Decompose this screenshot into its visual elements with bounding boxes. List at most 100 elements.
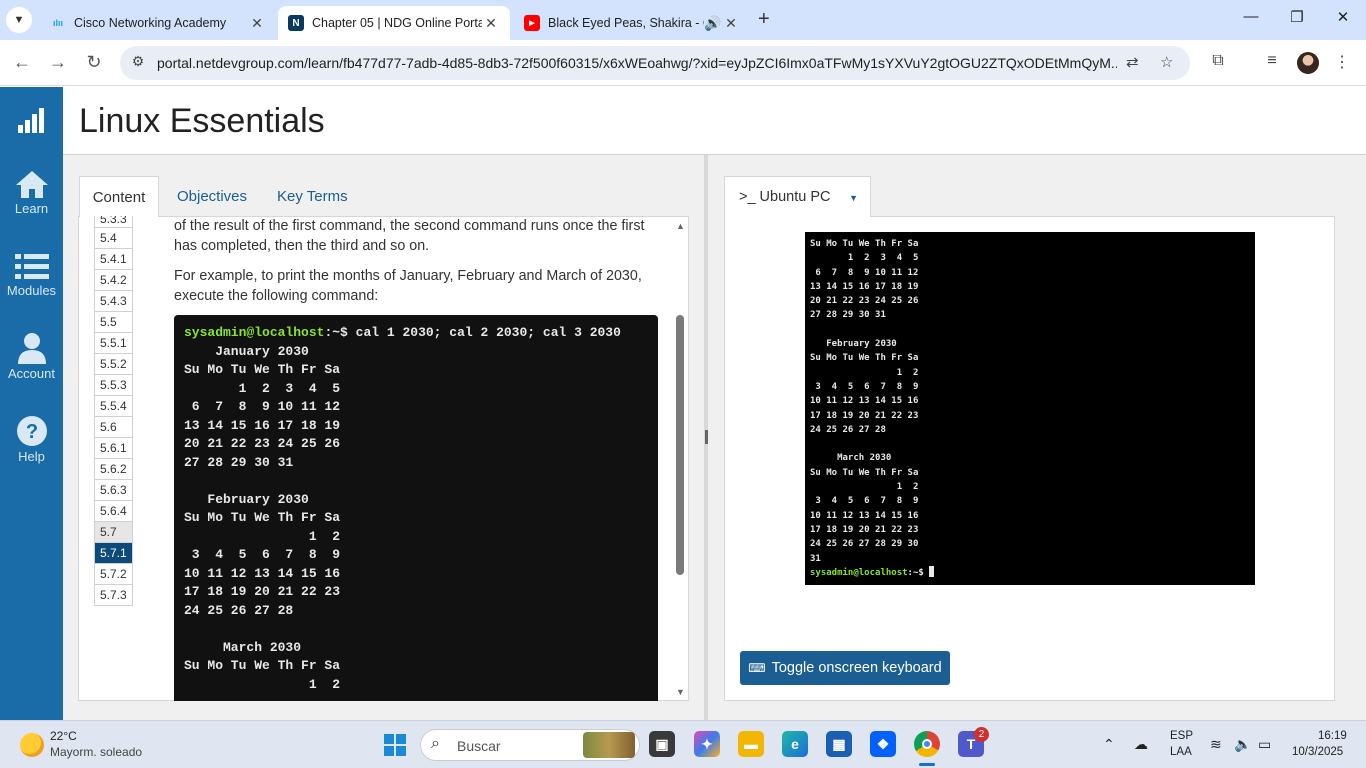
- ndg-logo-icon: N: [288, 15, 304, 31]
- address-bar[interactable]: ⚙ portal.netdevgroup.com/learn/fb477d77-…: [120, 46, 1190, 80]
- toc-item[interactable]: 5.4: [94, 228, 133, 249]
- search-highlight-image: [583, 732, 635, 758]
- toc-item[interactable]: 5.5.2: [94, 354, 133, 375]
- scroll-thumb[interactable]: [676, 315, 684, 575]
- sidebar-logo[interactable]: [0, 107, 63, 137]
- lesson-line: For example, to print the months of Janu…: [174, 268, 642, 284]
- toc-item[interactable]: 5.6.1: [94, 438, 133, 459]
- toc-item-current[interactable]: 5.7.1: [94, 543, 133, 564]
- new-tab-button[interactable]: +: [758, 8, 770, 31]
- toc-item[interactable]: 5.5.4: [94, 396, 133, 417]
- toc-item[interactable]: 5.6.2: [94, 459, 133, 480]
- vm-tab-ubuntu-pc[interactable]: >_ Ubuntu PC ▼: [724, 176, 871, 217]
- svg-text:?: ?: [25, 421, 37, 443]
- task-view-icon[interactable]: ▣: [649, 731, 675, 757]
- minimize-button[interactable]: —: [1228, 8, 1274, 25]
- tab-ndg-online-portal[interactable]: N Chapter 05 | NDG Online Portal ✕: [278, 6, 510, 40]
- sidebar-item-help[interactable]: ? Help: [0, 415, 63, 464]
- chrome-icon[interactable]: [914, 731, 940, 757]
- back-button[interactable]: ←: [10, 52, 34, 73]
- restore-button[interactable]: ❐: [1274, 8, 1320, 26]
- page-title: Linux Essentials: [79, 102, 325, 140]
- search-icon: ⌕: [431, 735, 440, 752]
- toc-item[interactable]: 5.3.3: [94, 216, 133, 228]
- translate-icon[interactable]: ⇄: [1126, 53, 1139, 71]
- tab-content[interactable]: Content: [79, 176, 159, 217]
- menu-kebab-icon[interactable]: ⋮: [1330, 52, 1354, 72]
- sidebar-item-learn[interactable]: Learn: [0, 169, 63, 216]
- toggle-keyboard-button[interactable]: ⌨ Toggle onscreen keyboard: [740, 651, 950, 685]
- weather-sun-icon[interactable]: [20, 733, 44, 757]
- language-indicator[interactable]: ESP: [1170, 730, 1193, 742]
- taskbar-search-placeholder: Buscar: [457, 738, 501, 754]
- toc-item[interactable]: 5.5.1: [94, 333, 133, 354]
- toc-item[interactable]: 5.7.3: [94, 585, 133, 606]
- clock-time[interactable]: 16:19: [1318, 730, 1347, 742]
- browser-tabstrip: ▼ ılıı Cisco Networking Academy ✕ N Chap…: [0, 0, 1366, 40]
- scroll-down-arrow-icon[interactable]: ▼: [676, 687, 685, 697]
- profile-avatar[interactable]: [1297, 52, 1319, 74]
- bookmark-star-icon[interactable]: ☆: [1160, 53, 1173, 71]
- page-header: Linux Essentials: [63, 87, 1366, 155]
- content-scrollbar[interactable]: ▲ ▼: [672, 219, 688, 699]
- scroll-up-arrow-icon[interactable]: ▲: [676, 221, 685, 231]
- tab-search-button[interactable]: ▼: [6, 7, 32, 33]
- app-sidebar: Learn Modules Account ? Help: [0, 87, 63, 720]
- tray-app-icon[interactable]: ☁: [1134, 736, 1148, 753]
- chevron-down-icon[interactable]: ▼: [849, 193, 858, 203]
- tab-youtube-video[interactable]: ▶ Black Eyed Peas, Shakira - G 🔊 ✕: [514, 6, 750, 40]
- forward-button[interactable]: →: [46, 52, 70, 73]
- tab-objectives[interactable]: Objectives: [177, 176, 247, 217]
- windows-taskbar: 22°C Mayorm. soleado ⌕ Buscar ▣ ✦ ▬ e ▦ …: [0, 720, 1366, 768]
- close-window-button[interactable]: ✕: [1320, 8, 1366, 26]
- battery-icon[interactable]: ▭: [1258, 736, 1271, 753]
- extensions-icon[interactable]: ⧉: [1206, 52, 1230, 70]
- url-text[interactable]: portal.netdevgroup.com/learn/fb477d77-7a…: [157, 55, 1117, 71]
- sidebar-item-modules[interactable]: Modules: [0, 253, 63, 298]
- site-info-icon[interactable]: ⚙: [128, 53, 148, 70]
- speaker-icon[interactable]: 🔊: [704, 15, 722, 32]
- youtube-icon: ▶: [524, 15, 540, 31]
- list-icon: [14, 254, 49, 279]
- lesson-paragraph: of the result of the first command, the …: [174, 216, 654, 256]
- clock-date[interactable]: 10/3/2025: [1292, 746, 1343, 758]
- weather-temperature[interactable]: 22°C: [50, 729, 77, 743]
- close-icon[interactable]: ✕: [482, 15, 500, 32]
- toc-item[interactable]: 5.6.4: [94, 501, 133, 522]
- keyboard-layout-indicator[interactable]: LAA: [1170, 746, 1192, 758]
- toc-item[interactable]: 5.7.2: [94, 564, 133, 585]
- dropbox-icon[interactable]: ❖: [870, 731, 896, 757]
- sidebar-item-account[interactable]: Account: [0, 332, 63, 381]
- copilot-icon[interactable]: ✦: [694, 731, 720, 757]
- sidebar-item-label: Modules: [6, 283, 57, 298]
- toc-item[interactable]: 5.4.1: [94, 249, 133, 270]
- volume-icon[interactable]: 🔈: [1234, 736, 1251, 753]
- toc-item[interactable]: 5.5: [94, 312, 133, 333]
- microsoft-store-icon[interactable]: ▦: [826, 731, 852, 757]
- wifi-icon[interactable]: ≋: [1210, 736, 1222, 753]
- tray-overflow-chevron-icon[interactable]: ⌃: [1103, 736, 1115, 753]
- chevron-down-icon: ▼: [13, 14, 25, 26]
- toc-item[interactable]: 5.6: [94, 417, 133, 438]
- vm-console-screen[interactable]: Su Mo Tu We Th Fr Sa 1 2 3 4 5 6 7 8 9 1…: [805, 232, 1255, 585]
- close-icon[interactable]: ✕: [248, 15, 266, 32]
- browser-toolbar: ← → ↻ ⚙ portal.netdevgroup.com/learn/fb4…: [0, 40, 1366, 86]
- tab-key-terms[interactable]: Key Terms: [277, 176, 348, 217]
- toc-item[interactable]: 5.6.3: [94, 480, 133, 501]
- tab-title: Chapter 05 | NDG Online Portal: [312, 16, 482, 30]
- toc-item[interactable]: 5.4.3: [94, 291, 133, 312]
- file-explorer-icon[interactable]: ▬: [738, 731, 764, 757]
- toc-item[interactable]: 5.7: [94, 522, 133, 543]
- taskbar-search[interactable]: ⌕ Buscar: [420, 729, 640, 761]
- close-icon[interactable]: ✕: [722, 15, 740, 32]
- windows-logo-icon: [384, 746, 394, 756]
- tab-cisco-networking-academy[interactable]: ılıı Cisco Networking Academy ✕: [40, 6, 276, 40]
- reload-button[interactable]: ↻: [82, 52, 106, 73]
- media-control-icon[interactable]: ≡: [1260, 52, 1284, 70]
- weather-description[interactable]: Mayorm. soleado: [50, 745, 142, 759]
- toc-item[interactable]: 5.5.3: [94, 375, 133, 396]
- person-icon: [17, 333, 46, 364]
- start-button[interactable]: [384, 734, 406, 756]
- toc-item[interactable]: 5.4.2: [94, 270, 133, 291]
- edge-browser-icon[interactable]: e: [782, 731, 808, 757]
